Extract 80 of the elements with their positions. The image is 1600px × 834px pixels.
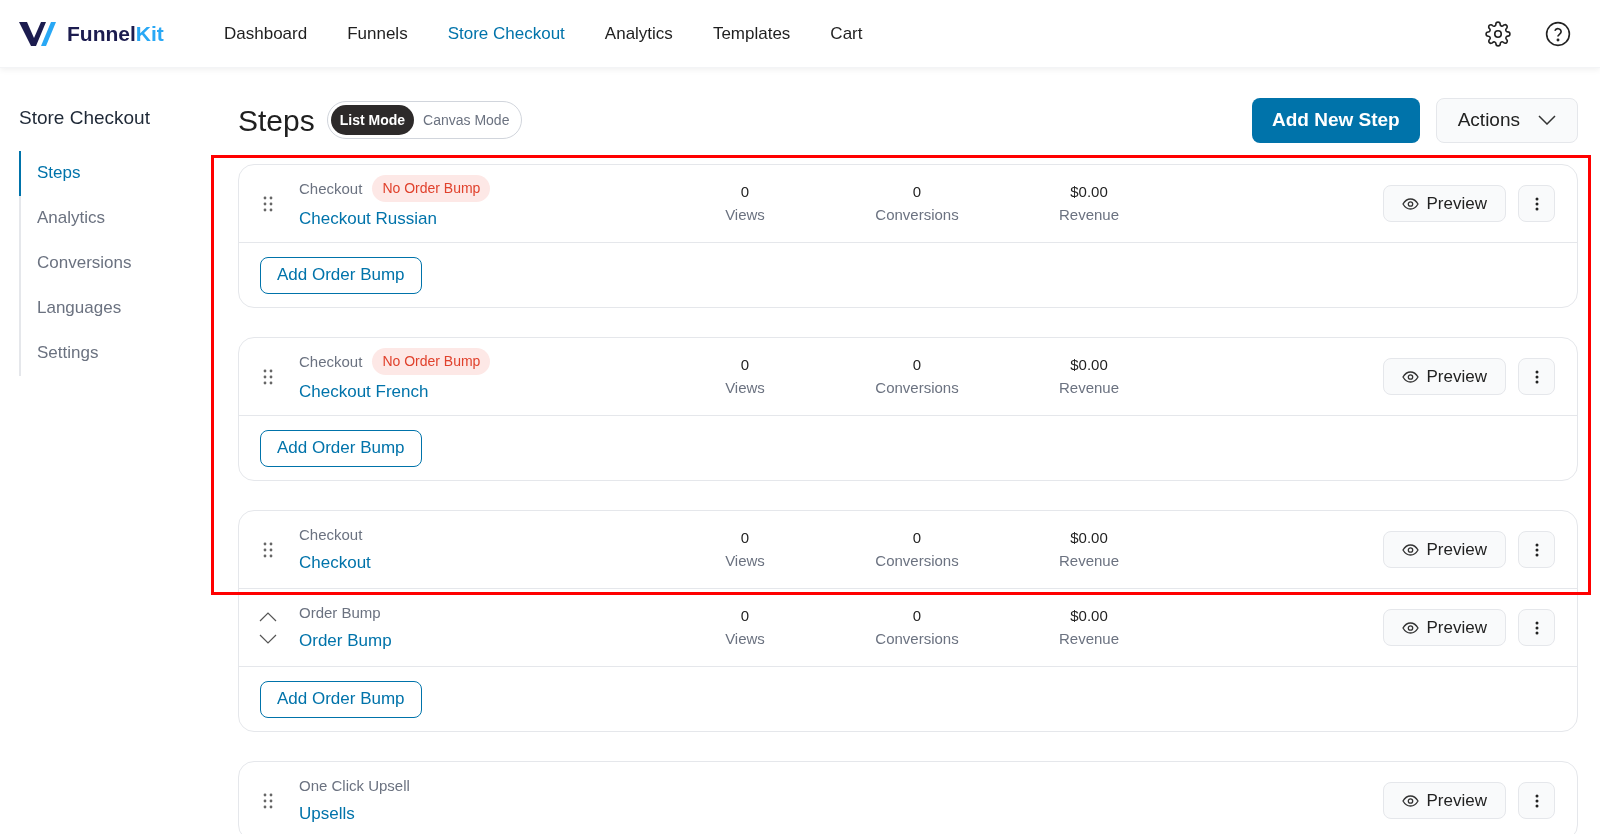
step-title-link[interactable]: Checkout: [299, 550, 659, 576]
stat-value: 0: [740, 606, 750, 626]
chevron-up-icon[interactable]: [259, 611, 277, 622]
stat-value: 0: [740, 355, 750, 375]
stat-value: $0.00: [1070, 606, 1108, 626]
more-vertical-icon: [1534, 196, 1539, 211]
nav-link[interactable]: Templates: [712, 20, 791, 47]
page-heading: Steps: [238, 102, 315, 139]
nav-link[interactable]: Funnels: [347, 20, 408, 47]
stat-label: Revenue: [1058, 377, 1119, 398]
eye-icon: [1401, 197, 1419, 210]
stat-value: 0: [912, 355, 922, 375]
stat-value: 0: [740, 182, 750, 202]
drag-handle-icon[interactable]: [263, 792, 273, 809]
actions-button[interactable]: Actions: [1435, 97, 1578, 143]
stat-label: Views: [725, 377, 765, 398]
settings-icon[interactable]: [1485, 20, 1511, 47]
step-title-link[interactable]: Upsells: [299, 801, 659, 827]
stat-label: Conversions: [875, 628, 959, 649]
preview-button[interactable]: Preview: [1382, 609, 1506, 646]
drag-handle-icon[interactable]: [263, 195, 273, 212]
stat-label: Views: [725, 628, 765, 649]
step-type: Order Bump: [299, 602, 381, 623]
more-vertical-icon: [1534, 542, 1539, 557]
stat-label: Revenue: [1058, 628, 1119, 649]
nav-link[interactable]: Dashboard: [224, 20, 308, 47]
mode-tab[interactable]: List Mode: [330, 105, 415, 135]
sidebar-title: Store Checkout: [19, 106, 151, 130]
eye-icon: [1401, 543, 1419, 556]
step-type: Checkout: [299, 524, 363, 545]
add-new-step-button[interactable]: Add New Step: [1251, 97, 1420, 143]
preview-button[interactable]: Preview: [1382, 531, 1506, 568]
more-vertical-icon: [1534, 369, 1539, 384]
stat-label: Views: [725, 550, 765, 571]
stat-value: $0.00: [1070, 355, 1108, 375]
stat-value: 0: [740, 528, 750, 548]
stat-label: Revenue: [1058, 550, 1119, 571]
add-order-bump-button[interactable]: Add Order Bump: [260, 680, 422, 718]
stat-value: $0.00: [1070, 182, 1108, 202]
chevron-down-icon[interactable]: [259, 633, 277, 644]
status-badge: No Order Bump: [372, 348, 491, 376]
stat-value: 0: [912, 606, 922, 626]
more-vertical-icon: [1534, 620, 1539, 635]
drag-handle-icon[interactable]: [263, 541, 273, 558]
eye-icon: [1401, 370, 1419, 383]
step-type: Checkout: [299, 351, 363, 372]
more-vertical-icon: [1534, 793, 1539, 808]
stat-label: Revenue: [1058, 204, 1119, 225]
step-type: Checkout: [299, 178, 363, 199]
help-icon[interactable]: [1545, 20, 1571, 47]
drag-handle-icon[interactable]: [263, 368, 273, 385]
add-order-bump-button[interactable]: Add Order Bump: [260, 256, 422, 294]
status-badge: No Order Bump: [372, 175, 491, 203]
brand-name: FunnelKit: [67, 20, 164, 47]
sidebar-item[interactable]: Conversions: [19, 240, 238, 286]
nav-link[interactable]: Cart: [830, 20, 863, 47]
chevron-down-icon: [1538, 115, 1556, 125]
stat-label: Conversions: [875, 204, 959, 225]
add-order-bump-button[interactable]: Add Order Bump: [260, 429, 422, 467]
step-title-link[interactable]: Checkout Russian: [299, 206, 659, 232]
preview-button[interactable]: Preview: [1382, 782, 1506, 819]
sidebar-item[interactable]: Analytics: [19, 195, 238, 241]
eye-icon: [1401, 621, 1419, 634]
stat-label: Views: [725, 204, 765, 225]
step-title-link[interactable]: Checkout French: [299, 379, 659, 405]
sidebar-item[interactable]: Settings: [19, 330, 238, 376]
nav-link[interactable]: Store Checkout: [447, 20, 565, 47]
step-title-link[interactable]: Order Bump: [299, 628, 659, 654]
stat-value: 0: [912, 528, 922, 548]
step-type: One Click Upsell: [299, 775, 410, 796]
preview-button[interactable]: Preview: [1382, 358, 1506, 395]
eye-icon: [1401, 794, 1419, 807]
mode-tab[interactable]: Canvas Mode: [414, 105, 519, 135]
stat-label: Conversions: [875, 377, 959, 398]
stat-value: 0: [912, 182, 922, 202]
nav-link[interactable]: Analytics: [604, 20, 673, 47]
sidebar-item[interactable]: Languages: [19, 285, 238, 331]
stat-value: $0.00: [1070, 528, 1108, 548]
stat-label: Conversions: [875, 550, 959, 571]
preview-button[interactable]: Preview: [1382, 185, 1506, 222]
